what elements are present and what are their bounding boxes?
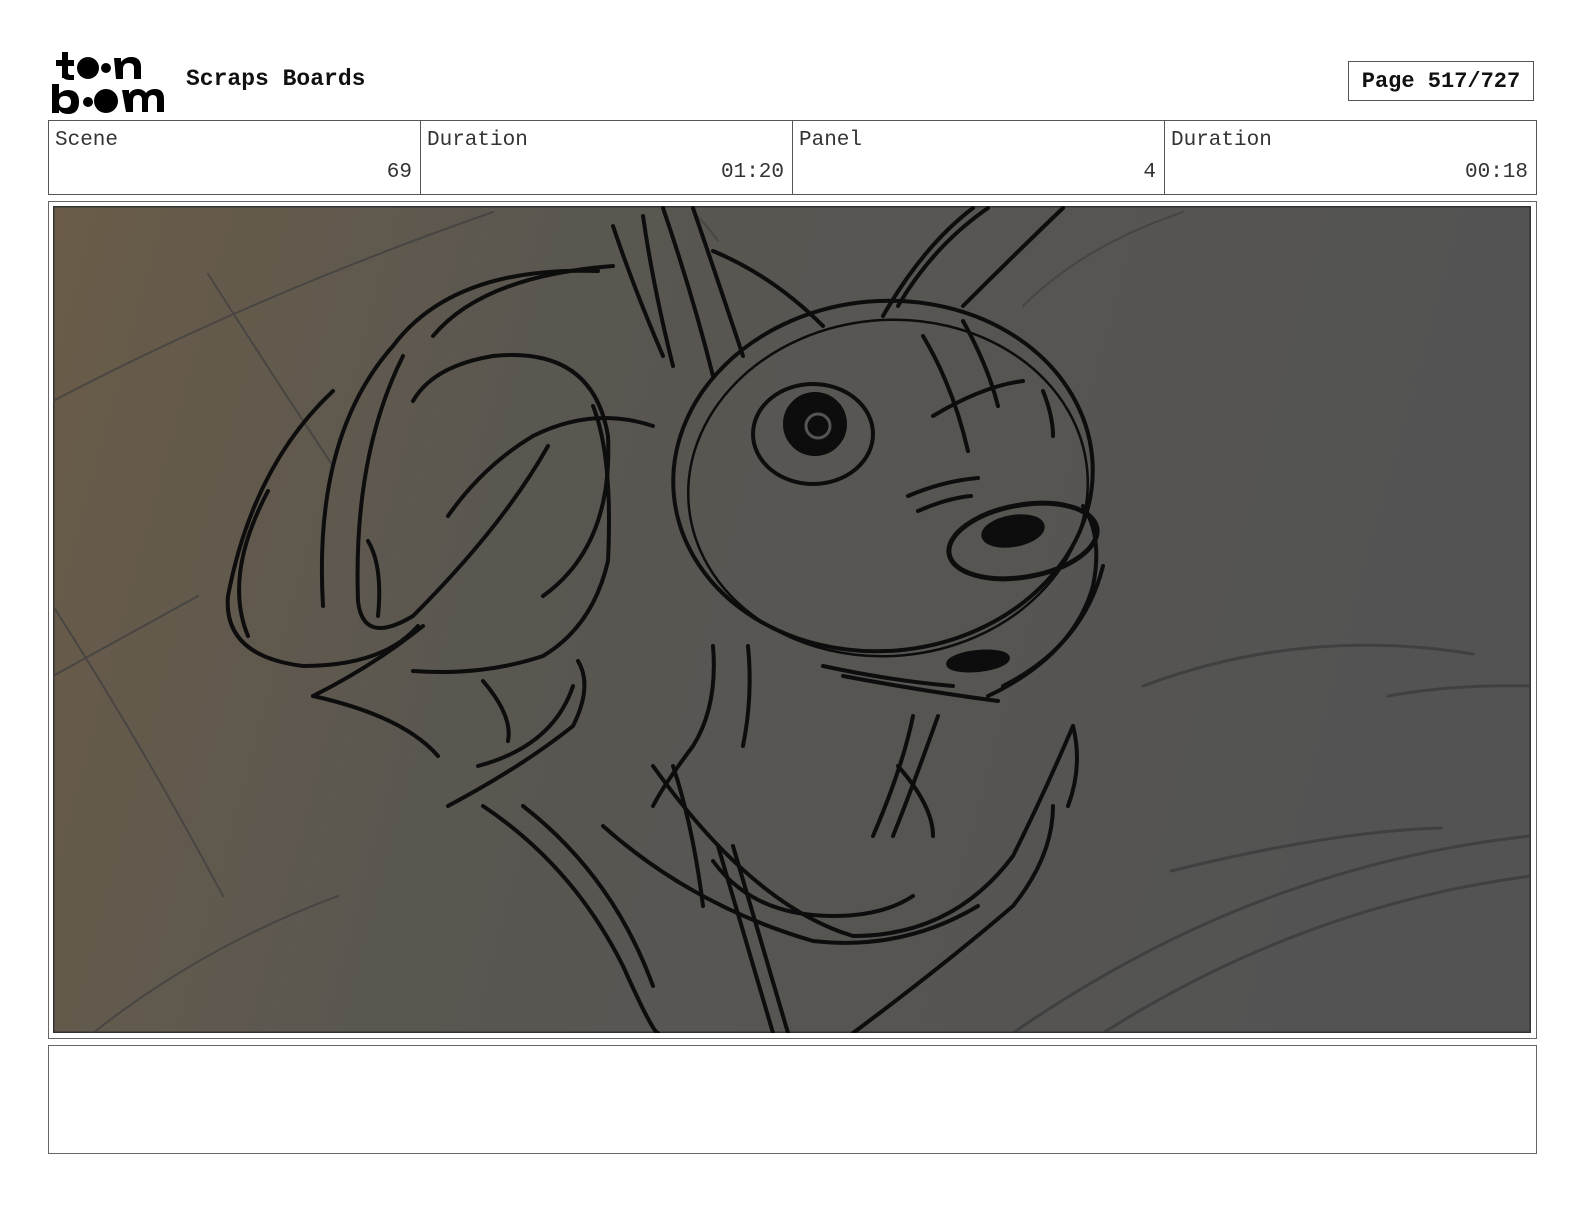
toonboom-logo — [52, 52, 164, 114]
panel-info-table: Scene 69 Duration 01:20 Panel 4 Duration… — [48, 120, 1537, 195]
scene-duration-label: Duration — [427, 129, 528, 152]
panel-cell: Panel 4 — [793, 121, 1165, 194]
panel-notes-box[interactable] — [48, 1045, 1537, 1154]
panel-duration-cell: Duration 00:18 — [1165, 121, 1536, 194]
page-number: Page 517/727 — [1348, 61, 1534, 101]
storyboard-panel — [48, 201, 1537, 1039]
project-title: Scraps Boards — [186, 66, 366, 92]
scene-duration-value: 01:20 — [720, 161, 784, 184]
scene-label: Scene — [55, 129, 119, 152]
scene-duration-cell: Duration 01:20 — [421, 121, 793, 194]
scene-value: 69 — [386, 161, 412, 184]
panel-sketch — [53, 206, 1531, 1033]
panel-duration-value: 00:18 — [1464, 161, 1528, 184]
panel-duration-label: Duration — [1171, 129, 1272, 152]
panel-label: Panel — [799, 129, 863, 152]
scene-cell: Scene 69 — [49, 121, 421, 194]
panel-value: 4 — [1143, 161, 1156, 184]
